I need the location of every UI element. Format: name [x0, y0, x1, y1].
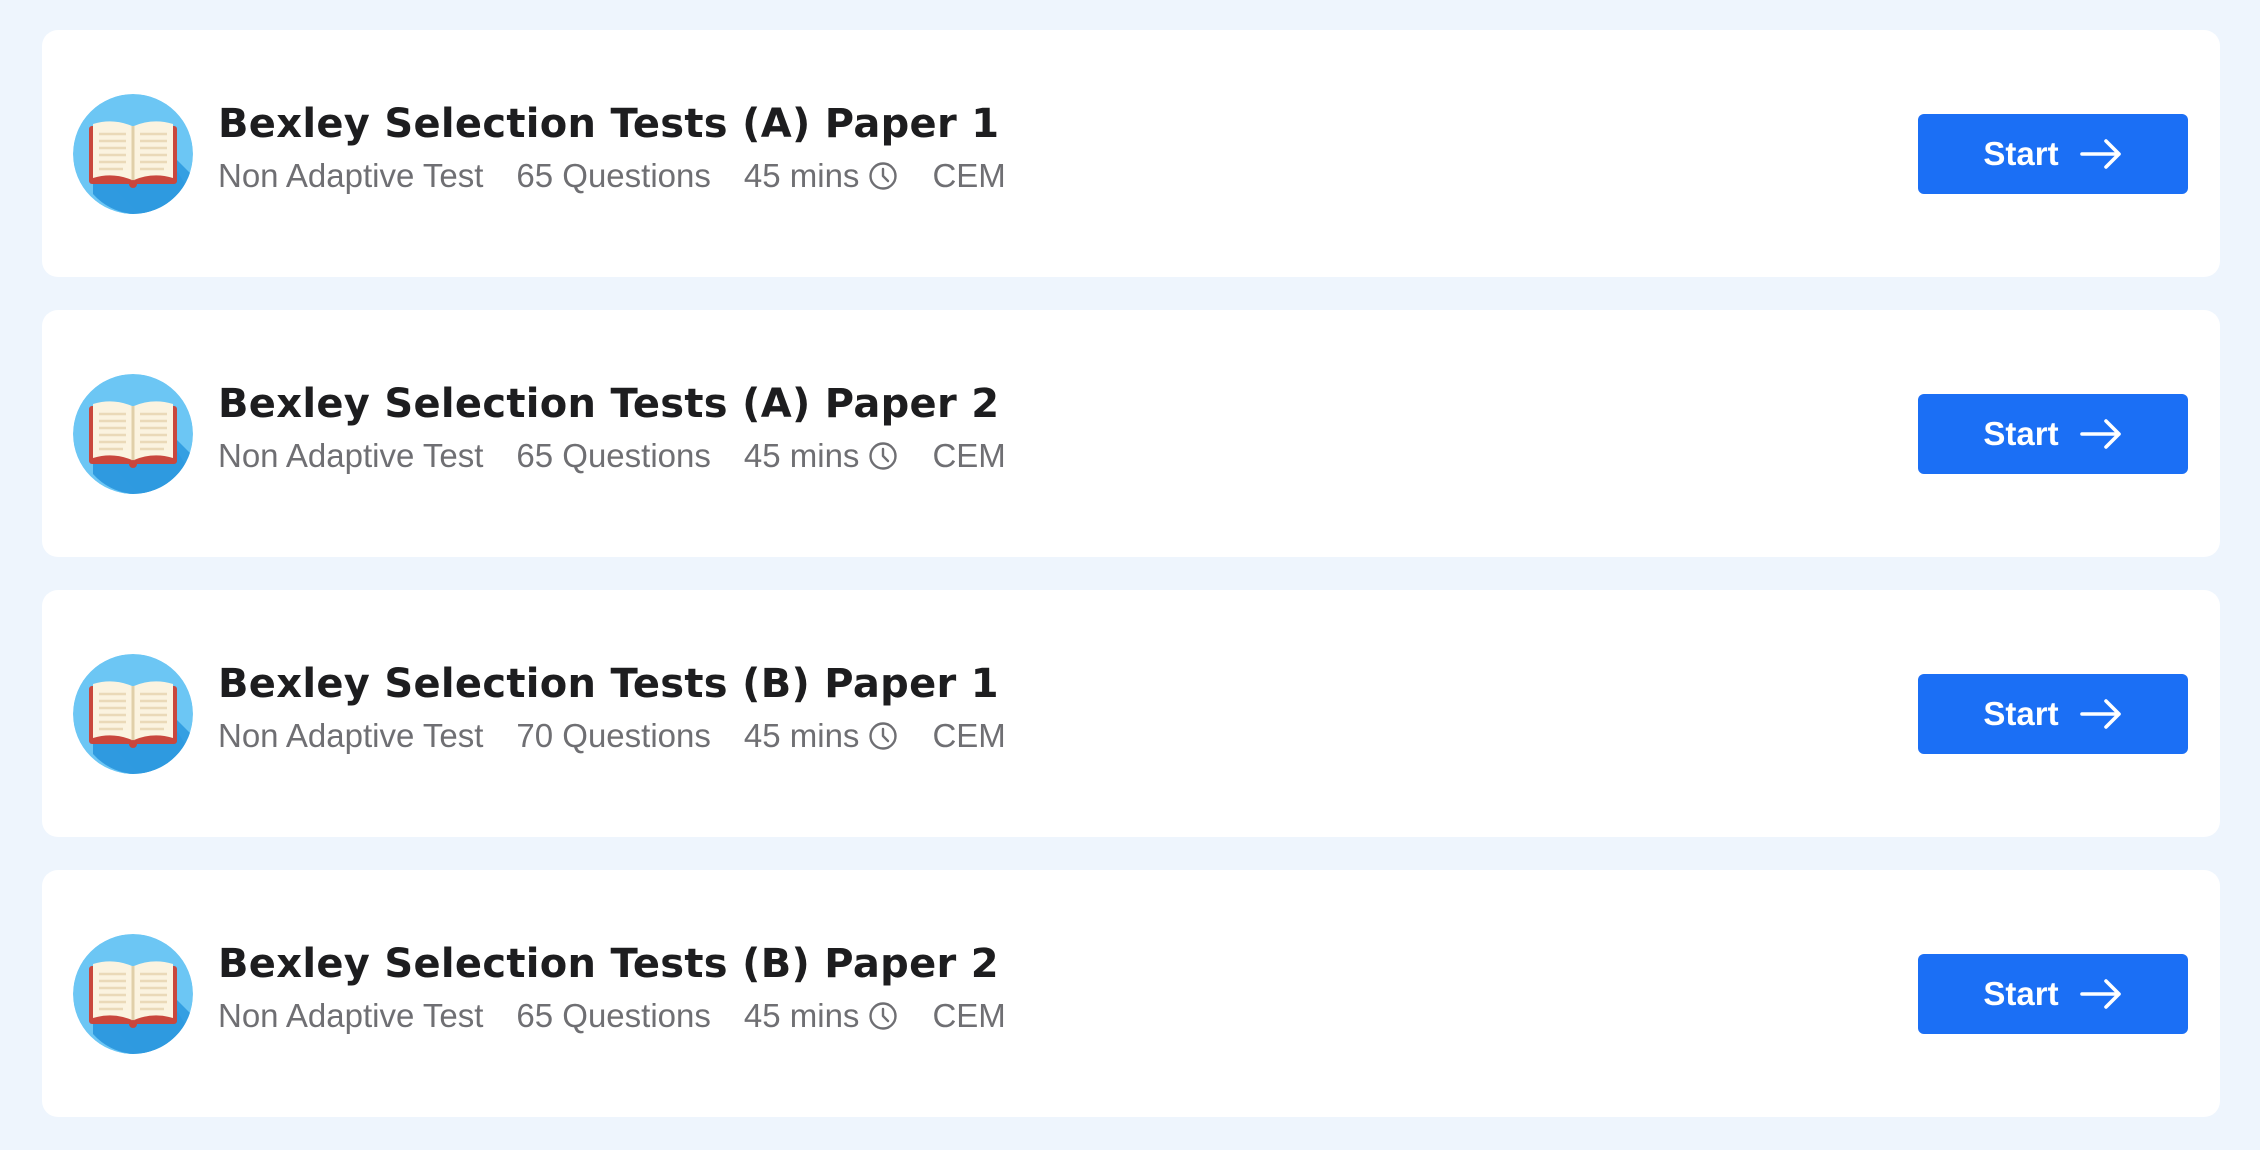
arrow-right-icon: [2079, 978, 2123, 1010]
duration-label: 45 mins: [743, 437, 860, 474]
clock-icon: [867, 720, 899, 752]
test-info: Bexley Selection Tests (A) Paper 1 Non A…: [218, 98, 1006, 196]
start-button[interactable]: Start: [1918, 394, 2188, 474]
clock-icon: [867, 1000, 899, 1032]
test-title: Bexley Selection Tests (A) Paper 2: [218, 381, 1000, 427]
start-button-label: Start: [1983, 695, 2059, 732]
start-button-label: Start: [1983, 415, 2059, 452]
start-button[interactable]: Start: [1918, 674, 2188, 754]
exam-board: CEM: [932, 437, 1006, 474]
open-book-icon: [73, 94, 193, 214]
arrow-right-icon: [2079, 418, 2123, 450]
start-button[interactable]: Start: [1918, 954, 2188, 1034]
test-type: Non Adaptive Test: [218, 717, 484, 754]
duration: 45 mins: [744, 156, 900, 196]
test-card: Bexley Selection Tests (A) Paper 2 Non A…: [42, 310, 2220, 557]
duration-label: 45 mins: [743, 997, 860, 1034]
test-info: Bexley Selection Tests (A) Paper 2 Non A…: [218, 378, 1006, 476]
exam-board: CEM: [932, 157, 1006, 194]
test-meta: Non Adaptive Test 65 Questions 45 mins C…: [218, 996, 1006, 1036]
test-title: Bexley Selection Tests (A) Paper 1: [218, 101, 1000, 147]
test-type: Non Adaptive Test: [218, 157, 484, 194]
duration-label: 45 mins: [743, 717, 860, 754]
test-meta: Non Adaptive Test 65 Questions 45 mins C…: [218, 436, 1006, 476]
test-list: Bexley Selection Tests (A) Paper 1 Non A…: [42, 30, 2220, 1150]
question-count: 65 Questions: [516, 437, 711, 474]
start-button-label: Start: [1983, 975, 2059, 1012]
start-button-label: Start: [1983, 135, 2059, 172]
exam-board: CEM: [932, 997, 1006, 1034]
test-title: Bexley Selection Tests (B) Paper 2: [218, 941, 999, 987]
duration-label: 45 mins: [743, 157, 860, 194]
test-type: Non Adaptive Test: [218, 437, 484, 474]
test-card: Bexley Selection Tests (A) Paper 1 Non A…: [42, 30, 2220, 277]
question-count: 70 Questions: [516, 717, 711, 754]
test-card: Bexley Selection Tests (B) Paper 2 Non A…: [42, 870, 2220, 1117]
open-book-icon: [73, 934, 193, 1054]
duration: 45 mins: [744, 716, 900, 756]
duration: 45 mins: [744, 436, 900, 476]
open-book-icon: [73, 654, 193, 774]
exam-board: CEM: [932, 717, 1006, 754]
open-book-icon: [73, 374, 193, 494]
duration: 45 mins: [744, 996, 900, 1036]
test-type: Non Adaptive Test: [218, 997, 484, 1034]
arrow-right-icon: [2079, 698, 2123, 730]
test-meta: Non Adaptive Test 70 Questions 45 mins C…: [218, 716, 1006, 756]
start-button[interactable]: Start: [1918, 114, 2188, 194]
test-info: Bexley Selection Tests (B) Paper 1 Non A…: [218, 658, 1006, 756]
test-meta: Non Adaptive Test 65 Questions 45 mins C…: [218, 156, 1006, 196]
test-title: Bexley Selection Tests (B) Paper 1: [218, 661, 999, 707]
clock-icon: [867, 440, 899, 472]
arrow-right-icon: [2079, 138, 2123, 170]
question-count: 65 Questions: [516, 157, 711, 194]
test-card: Bexley Selection Tests (B) Paper 1 Non A…: [42, 590, 2220, 837]
question-count: 65 Questions: [516, 997, 711, 1034]
test-info: Bexley Selection Tests (B) Paper 2 Non A…: [218, 938, 1006, 1036]
clock-icon: [867, 160, 899, 192]
